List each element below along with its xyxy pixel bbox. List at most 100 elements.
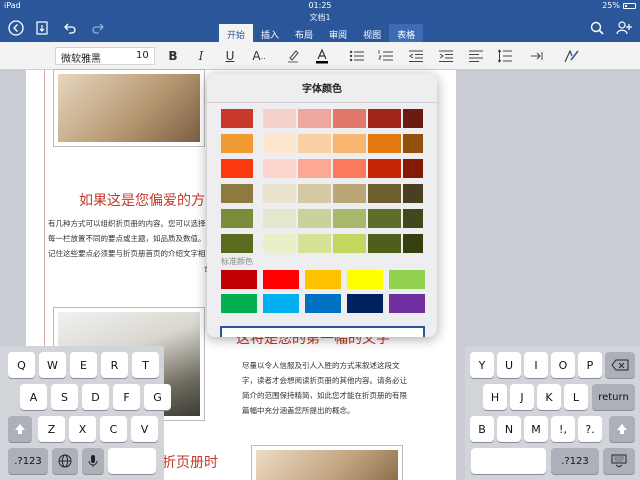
key-k[interactable]: K (537, 384, 561, 410)
standard-color-swatch[interactable] (263, 270, 299, 289)
theme-color-swatch[interactable] (298, 109, 331, 128)
theme-color-swatch[interactable] (403, 234, 423, 253)
theme-color-swatch[interactable] (333, 134, 366, 153)
theme-color-swatch[interactable] (263, 134, 296, 153)
redo-icon[interactable] (88, 18, 108, 38)
key-h[interactable]: H (483, 384, 507, 410)
key-d[interactable]: D (82, 384, 109, 410)
standard-color-swatch[interactable] (305, 270, 341, 289)
numbered-list-icon[interactable] (377, 47, 395, 65)
theme-color-swatch[interactable] (403, 209, 423, 228)
standard-color-swatch[interactable] (305, 294, 341, 313)
font-size-value[interactable]: 10 (136, 50, 149, 61)
return-key[interactable]: return (592, 384, 635, 410)
standard-color-swatch[interactable] (221, 270, 257, 289)
key-xx[interactable]: ?. (578, 416, 602, 442)
theme-color-swatch[interactable] (368, 159, 401, 178)
theme-color-swatch[interactable] (263, 184, 296, 203)
tab-view[interactable]: 视图 (355, 24, 389, 42)
theme-color-swatch[interactable] (403, 109, 423, 128)
underline-button[interactable]: U (222, 47, 238, 65)
key-e[interactable]: E (70, 352, 97, 378)
theme-color-swatch[interactable] (333, 184, 366, 203)
theme-color-swatch[interactable] (263, 109, 296, 128)
space-key-left[interactable] (108, 448, 156, 474)
hide-keyboard-icon[interactable] (603, 448, 635, 474)
styles-icon[interactable] (562, 47, 580, 65)
key-z[interactable]: Z (38, 416, 65, 442)
theme-color-swatch[interactable] (298, 134, 331, 153)
theme-color-swatch[interactable] (368, 109, 401, 128)
theme-color-swatch[interactable] (298, 209, 331, 228)
font-color-button[interactable] (313, 47, 331, 65)
theme-color-swatch[interactable] (368, 134, 401, 153)
key-t[interactable]: T (132, 352, 159, 378)
theme-color-swatch[interactable] (221, 184, 253, 203)
tab-table[interactable]: 表格 (389, 24, 424, 42)
theme-color-swatch[interactable] (298, 184, 331, 203)
font-selector[interactable]: 微软雅黑 10 (55, 47, 155, 65)
key-v[interactable]: V (131, 416, 158, 442)
line-spacing-icon[interactable] (496, 47, 514, 65)
back-icon[interactable] (6, 18, 26, 38)
shift-left-key[interactable] (8, 416, 32, 442)
photo-laughing-people[interactable] (54, 70, 204, 146)
key-y[interactable]: Y (470, 352, 494, 378)
tab-review[interactable]: 审阅 (321, 24, 355, 42)
tab-layout[interactable]: 布局 (287, 24, 321, 42)
theme-color-swatch[interactable] (221, 234, 253, 253)
delete-key[interactable] (605, 352, 635, 378)
decrease-indent-icon[interactable] (407, 47, 425, 65)
theme-color-swatch[interactable] (368, 234, 401, 253)
theme-color-swatch[interactable] (221, 109, 253, 128)
theme-color-swatch[interactable] (333, 109, 366, 128)
photo-smiling-woman[interactable] (252, 446, 402, 480)
key-xx[interactable]: !, (551, 416, 575, 442)
tab-home[interactable]: 开始 (219, 24, 254, 42)
key-i[interactable]: I (524, 352, 548, 378)
key-g[interactable]: G (144, 384, 171, 410)
standard-color-swatch[interactable] (389, 294, 425, 313)
standard-color-swatch[interactable] (347, 270, 383, 289)
globe-icon[interactable] (52, 448, 78, 474)
standard-color-swatch[interactable] (263, 294, 299, 313)
theme-color-swatch[interactable] (333, 159, 366, 178)
numbers-key-right[interactable]: .?123 (551, 448, 599, 474)
key-f[interactable]: F (113, 384, 140, 410)
bullet-list-icon[interactable] (348, 47, 366, 65)
theme-color-swatch[interactable] (263, 159, 296, 178)
theme-color-swatch[interactable] (403, 134, 423, 153)
search-icon[interactable] (587, 18, 607, 38)
theme-color-swatch[interactable] (298, 159, 331, 178)
theme-color-swatch[interactable] (221, 159, 253, 178)
shift-right-key[interactable] (609, 416, 635, 442)
bold-button[interactable]: B (165, 47, 181, 65)
key-a[interactable]: A (20, 384, 47, 410)
key-b[interactable]: B (470, 416, 494, 442)
italic-button[interactable]: I (193, 47, 209, 65)
theme-color-swatch[interactable] (368, 184, 401, 203)
theme-color-swatch[interactable] (263, 234, 296, 253)
theme-color-swatch[interactable] (221, 209, 253, 228)
key-u[interactable]: U (497, 352, 521, 378)
theme-color-swatch[interactable] (221, 134, 253, 153)
key-c[interactable]: C (100, 416, 127, 442)
key-m[interactable]: M (524, 416, 548, 442)
increase-indent-icon[interactable] (437, 47, 455, 65)
key-r[interactable]: R (101, 352, 128, 378)
theme-color-swatch[interactable] (263, 209, 296, 228)
numbers-key-left[interactable]: .?123 (8, 448, 48, 474)
highlighter-icon[interactable] (284, 47, 302, 65)
automatic-color-option[interactable] (220, 326, 425, 337)
standard-color-swatch[interactable] (347, 294, 383, 313)
theme-color-swatch[interactable] (368, 209, 401, 228)
theme-color-swatch[interactable] (403, 184, 423, 203)
tab-insert[interactable]: 插入 (253, 24, 287, 42)
key-w[interactable]: W (39, 352, 66, 378)
undo-icon[interactable] (60, 18, 80, 38)
standard-color-swatch[interactable] (221, 294, 257, 313)
theme-color-swatch[interactable] (403, 159, 423, 178)
align-left-icon[interactable] (467, 47, 485, 65)
key-q[interactable]: Q (8, 352, 35, 378)
key-p[interactable]: P (578, 352, 602, 378)
